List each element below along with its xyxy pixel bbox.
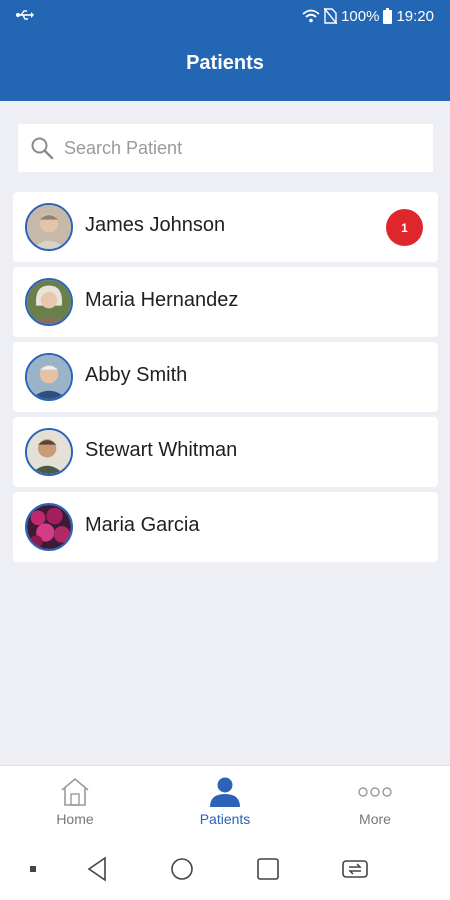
search-box[interactable] (18, 124, 433, 172)
patient-name: Stewart Whitman (85, 439, 238, 461)
switch-apps-icon[interactable] (340, 854, 370, 884)
patient-row[interactable]: James Johnson 1 (13, 192, 438, 262)
status-bar: 100% 19:20 (0, 0, 450, 32)
tab-patients-label: Patients (199, 811, 251, 827)
system-nav-bar (0, 840, 450, 900)
wifi-icon (302, 9, 320, 23)
no-sim-icon (324, 8, 338, 24)
patient-avatar (25, 353, 73, 401)
patient-avatar (25, 203, 73, 251)
search-icon (31, 137, 54, 160)
patient-name: James Johnson (85, 214, 226, 236)
tab-more-label: More (359, 811, 391, 827)
bottom-tab-bar: Home Patients More (0, 765, 450, 840)
tab-home[interactable]: Home (0, 766, 150, 841)
home-button-icon[interactable] (167, 854, 197, 884)
small-square-icon[interactable] (25, 854, 55, 884)
patient-row[interactable]: Maria Garcia (13, 492, 438, 562)
patient-list: James Johnson 1 Maria Hernandez Abby Smi… (13, 192, 438, 567)
patient-name: Maria Hernandez (85, 289, 239, 311)
usb-icon (16, 10, 34, 20)
home-icon (61, 777, 89, 806)
search-input[interactable] (64, 137, 394, 159)
page-title: Patients (186, 52, 264, 74)
patient-row[interactable]: Maria Hernandez (13, 267, 438, 337)
battery-percent: 100% (341, 7, 380, 25)
tab-more[interactable]: More (300, 766, 450, 841)
app-header: 100% 19:20 Patients (0, 0, 450, 101)
patient-avatar (25, 428, 73, 476)
clock: 19:20 (396, 7, 434, 25)
patient-name: Maria Garcia (85, 514, 200, 536)
unread-badge: 1 (386, 209, 423, 246)
person-icon (210, 777, 240, 807)
tab-home-label: Home (56, 811, 94, 827)
patient-row[interactable]: Stewart Whitman (13, 417, 438, 487)
back-icon[interactable] (83, 854, 113, 884)
tab-patients[interactable]: Patients (150, 766, 300, 841)
patient-avatar (25, 503, 73, 551)
recents-icon[interactable] (253, 854, 283, 884)
patient-avatar (25, 278, 73, 326)
battery-icon (383, 8, 393, 24)
patient-row[interactable]: Abby Smith (13, 342, 438, 412)
patient-name: Abby Smith (85, 364, 188, 386)
more-icon (358, 787, 392, 797)
